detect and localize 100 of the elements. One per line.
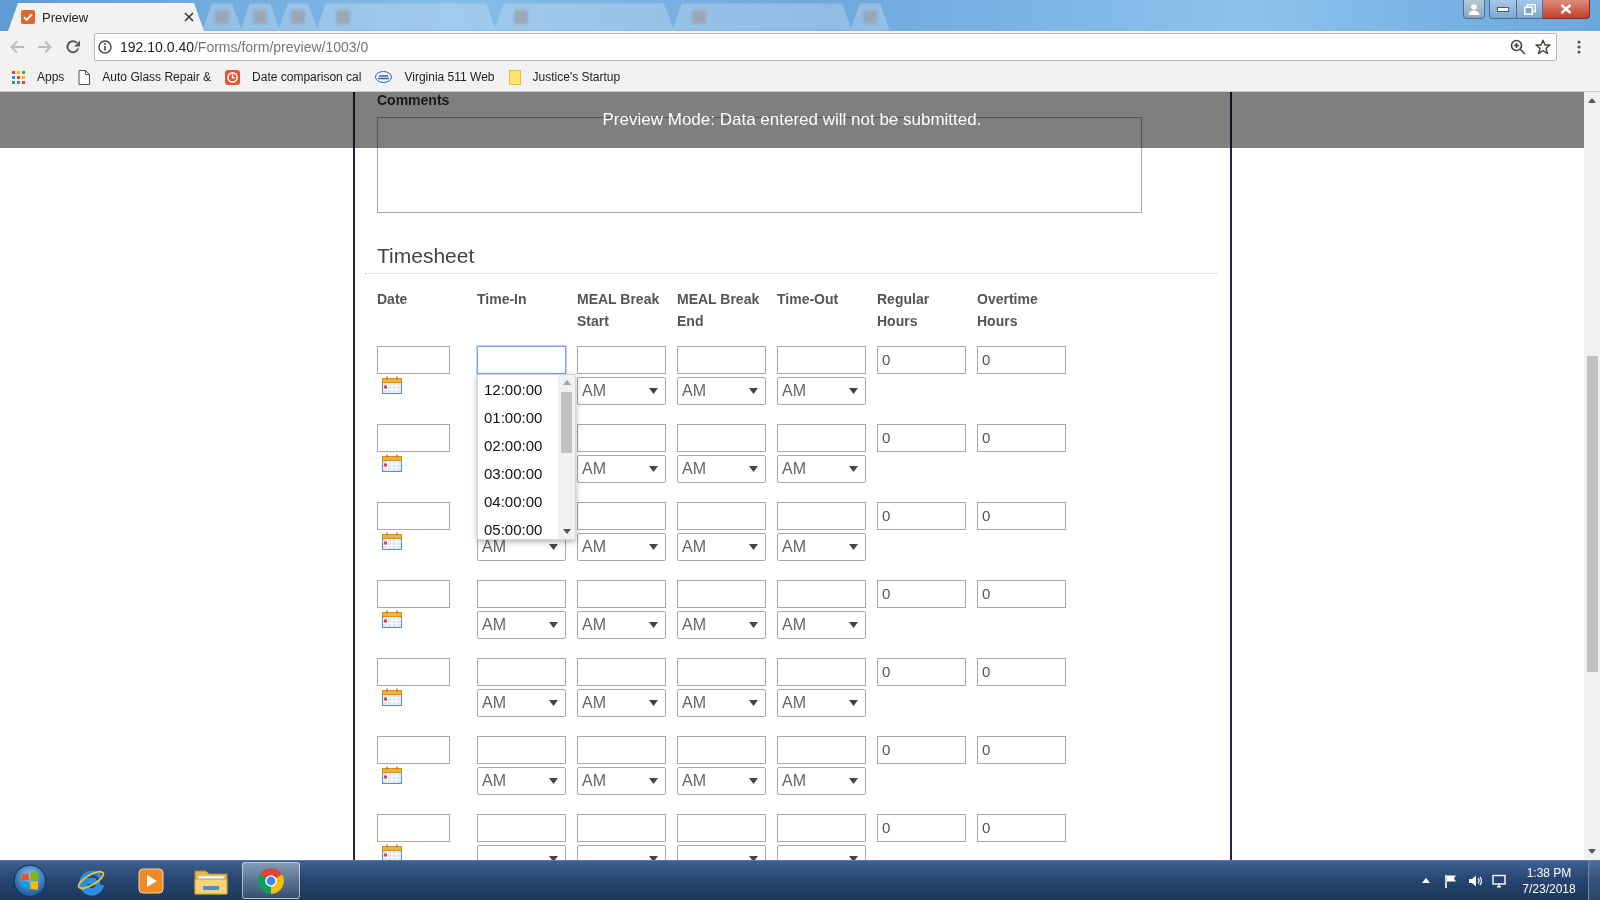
star-icon[interactable]	[1535, 39, 1551, 55]
overtime-hours-field[interactable]: 0	[977, 814, 1066, 842]
ampm-select[interactable]: AM	[777, 533, 866, 561]
overtime-hours-field[interactable]: 0	[977, 424, 1066, 452]
ampm-select[interactable]: AM	[777, 689, 866, 717]
zoom-icon[interactable]	[1510, 39, 1526, 55]
overtime-hours-field[interactable]: 0	[977, 502, 1066, 530]
ampm-select[interactable]: AM	[777, 455, 866, 483]
reload-icon[interactable]	[65, 39, 81, 55]
address-bar[interactable]: 192.10.0.40/Forms/form/preview/1003/0	[94, 33, 1557, 61]
ampm-select[interactable]: AM	[577, 533, 666, 561]
overtime-hours-field[interactable]: 0	[977, 736, 1066, 764]
browser-tab[interactable]	[240, 3, 280, 31]
time-field[interactable]	[477, 658, 566, 686]
ampm-select[interactable]: AM	[577, 455, 666, 483]
bookmark[interactable]: Justice's Startup	[501, 65, 628, 89]
regular-hours-field[interactable]: 0	[877, 580, 966, 608]
flag-icon[interactable]	[1444, 873, 1458, 888]
date-field[interactable]	[377, 658, 450, 686]
ampm-select[interactable]: AM	[577, 611, 666, 639]
scroll-down-icon[interactable]	[1588, 849, 1596, 854]
browser-tab[interactable]	[202, 3, 242, 31]
ampm-select[interactable]: AM	[677, 377, 766, 405]
time-field[interactable]	[577, 424, 666, 452]
show-desktop-button[interactable]	[1588, 861, 1600, 900]
clock-time[interactable]: 1:38 PM	[1518, 864, 1580, 881]
time-field[interactable]	[677, 736, 766, 764]
calendar-icon[interactable]	[382, 532, 402, 550]
browser-tab[interactable]: Preview	[8, 3, 204, 31]
calendar-icon[interactable]	[382, 454, 402, 472]
regular-hours-field[interactable]: 0	[877, 814, 966, 842]
time-field[interactable]	[477, 814, 566, 842]
time-field[interactable]	[777, 424, 866, 452]
time-field[interactable]	[677, 346, 766, 374]
time-field[interactable]	[577, 346, 666, 374]
date-field[interactable]	[377, 424, 450, 452]
ampm-select[interactable]: AM	[477, 611, 566, 639]
overtime-hours-field[interactable]: 0	[977, 658, 1066, 686]
bookmark[interactable]: Auto Glass Repair &	[71, 65, 219, 89]
ampm-select[interactable]: AM	[477, 689, 566, 717]
time-field[interactable]	[677, 502, 766, 530]
scrollbar-thumb[interactable]	[561, 392, 572, 453]
restore-button[interactable]	[1517, 0, 1543, 19]
time-field[interactable]	[777, 580, 866, 608]
scroll-up-icon[interactable]	[1588, 98, 1596, 103]
caret-up-icon[interactable]	[1422, 878, 1430, 883]
time-option[interactable]: 02:00:00	[478, 437, 558, 455]
time-field[interactable]	[777, 502, 866, 530]
date-field[interactable]	[377, 346, 450, 374]
calendar-icon[interactable]	[382, 610, 402, 628]
time-field[interactable]	[477, 580, 566, 608]
date-field[interactable]	[377, 736, 450, 764]
browser-tab[interactable]	[494, 3, 674, 31]
close-button[interactable]	[1543, 0, 1590, 19]
bookmark[interactable]: Date comparison cal	[218, 65, 369, 89]
ampm-select[interactable]: AM	[577, 689, 666, 717]
ampm-select[interactable]: AM	[577, 377, 666, 405]
time-field[interactable]	[577, 814, 666, 842]
bookmark[interactable]: Virginia 511 Web	[368, 65, 502, 89]
overtime-hours-field[interactable]: 0	[977, 580, 1066, 608]
regular-hours-field[interactable]: 0	[877, 346, 966, 374]
ampm-select[interactable]: AM	[677, 455, 766, 483]
time-option[interactable]: 01:00:00	[478, 409, 558, 427]
time-field[interactable]	[477, 736, 566, 764]
profile-button[interactable]	[1463, 0, 1485, 19]
ampm-select[interactable]: AM	[677, 689, 766, 717]
minimize-button[interactable]	[1489, 0, 1517, 19]
ampm-select[interactable]: AM	[777, 377, 866, 405]
time-option[interactable]: 04:00:00	[478, 493, 558, 511]
ampm-select[interactable]: AM	[677, 611, 766, 639]
browser-tab[interactable]	[316, 3, 496, 31]
time-field[interactable]	[577, 502, 666, 530]
ampm-select[interactable]: AM	[777, 611, 866, 639]
time-option[interactable]: 12:00:00	[478, 381, 558, 399]
time-field[interactable]	[677, 658, 766, 686]
time-field[interactable]	[677, 580, 766, 608]
close-icon[interactable]	[184, 12, 194, 22]
browser-tab[interactable]	[278, 3, 318, 31]
bookmark[interactable]: Apps	[5, 65, 72, 89]
info-icon[interactable]	[98, 40, 112, 54]
ampm-select[interactable]: AM	[477, 767, 566, 795]
date-field[interactable]	[377, 580, 450, 608]
time-field[interactable]	[777, 346, 866, 374]
clock-date[interactable]: 7/23/2018	[1518, 880, 1580, 897]
date-field[interactable]	[377, 814, 450, 842]
time-field[interactable]	[677, 814, 766, 842]
time-field[interactable]	[677, 424, 766, 452]
ampm-select[interactable]: AM	[677, 533, 766, 561]
time-field[interactable]	[777, 736, 866, 764]
date-field[interactable]	[377, 502, 450, 530]
overtime-hours-field[interactable]: 0	[977, 346, 1066, 374]
regular-hours-field[interactable]: 0	[877, 424, 966, 452]
regular-hours-field[interactable]: 0	[877, 736, 966, 764]
scroll-down-icon[interactable]	[562, 529, 571, 534]
ampm-select[interactable]: AM	[577, 767, 666, 795]
calendar-icon[interactable]	[382, 688, 402, 706]
regular-hours-field[interactable]: 0	[877, 502, 966, 530]
monitor-icon[interactable]	[1492, 873, 1506, 888]
speaker-icon[interactable]	[1468, 873, 1482, 888]
time-field[interactable]	[577, 580, 666, 608]
